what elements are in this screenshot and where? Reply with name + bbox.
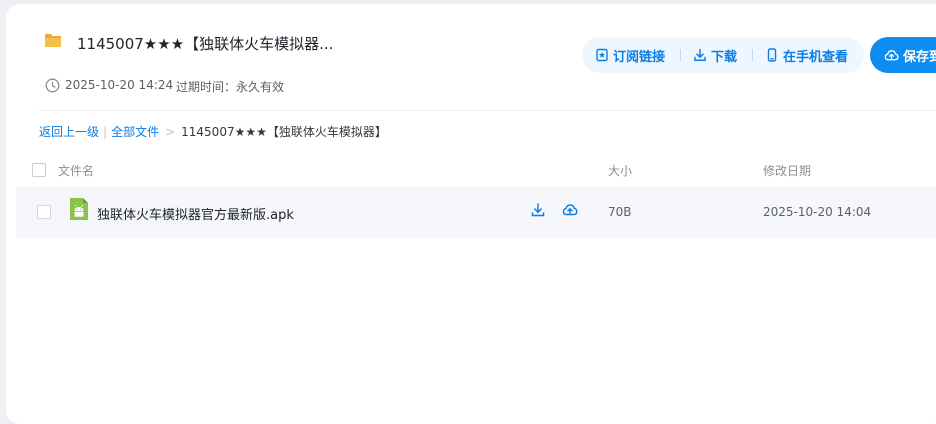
download-label: 下载 bbox=[711, 49, 738, 65]
save-label: 保存到 bbox=[903, 49, 936, 65]
mobile-label: 在手机查看 bbox=[783, 49, 849, 65]
all-files-link[interactable]: 全部文件 bbox=[111, 123, 159, 140]
separator bbox=[752, 49, 753, 61]
download-icon[interactable] bbox=[530, 202, 546, 218]
folder-icon bbox=[45, 34, 61, 47]
back-link[interactable]: 返回上一级 bbox=[39, 123, 99, 140]
download-button[interactable]: 下载 bbox=[693, 37, 737, 73]
subscribe-label: 订阅链接 bbox=[613, 49, 666, 65]
file-name[interactable]: 独联体火车模拟器官方最新版.apk bbox=[97, 204, 294, 223]
row-checkbox[interactable] bbox=[37, 205, 51, 219]
expire-label: 过期时间： bbox=[176, 80, 237, 94]
view-on-phone-button[interactable]: 在手机查看 bbox=[765, 37, 848, 73]
download-icon bbox=[694, 48, 706, 62]
share-title: 1145007★★★【独联体火车模拟器... bbox=[77, 35, 334, 53]
subscribe-link-button[interactable]: 订阅链接 bbox=[595, 37, 665, 73]
clock-icon bbox=[45, 78, 60, 93]
breadcrumb: 返回上一级 | 全部文件 > 1145007★★★【独联体火车模拟器】 bbox=[39, 123, 387, 140]
crumb-separator: | bbox=[103, 124, 108, 139]
select-all-checkbox[interactable] bbox=[32, 163, 46, 177]
cloud-upload-icon bbox=[884, 49, 899, 60]
share-date: 2025-10-20 14:24 bbox=[65, 78, 174, 92]
file-size: 70B bbox=[608, 205, 632, 219]
header-divider bbox=[38, 110, 936, 111]
file-modified: 2025-10-20 14:04 bbox=[763, 205, 872, 219]
column-name[interactable]: 文件名 bbox=[58, 162, 94, 179]
android-apk-icon bbox=[70, 198, 88, 220]
table-row[interactable]: 独联体火车模拟器官方最新版.apk 70B 2025-10-20 14:04 bbox=[16, 187, 936, 238]
table-header: 文件名 大小 修改日期 bbox=[16, 155, 936, 185]
cloud-save-icon[interactable] bbox=[562, 202, 578, 218]
separator bbox=[680, 49, 681, 61]
phone-icon bbox=[767, 48, 777, 62]
expire-info: 过期时间：永久有效 bbox=[176, 78, 284, 95]
column-modified[interactable]: 修改日期 bbox=[763, 162, 811, 179]
action-bar: 订阅链接 下载 在手机查看 bbox=[582, 37, 864, 73]
crumb-arrow: > bbox=[165, 124, 176, 139]
column-size[interactable]: 大小 bbox=[608, 162, 632, 179]
save-to-cloud-button[interactable]: 保存到 bbox=[870, 37, 936, 73]
bookmark-icon bbox=[596, 48, 608, 62]
expire-value: 永久有效 bbox=[236, 80, 285, 94]
breadcrumb-current: 1145007★★★【独联体火车模拟器】 bbox=[181, 125, 387, 139]
